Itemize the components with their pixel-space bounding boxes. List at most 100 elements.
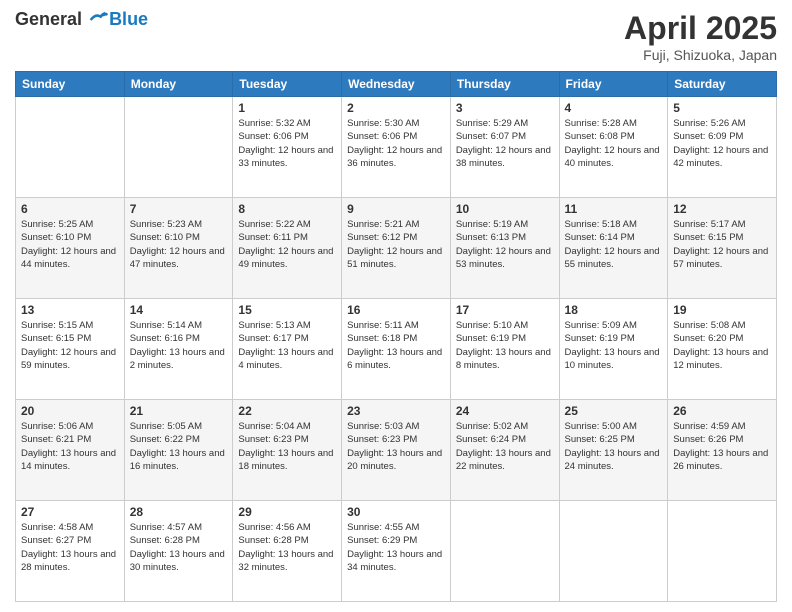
calendar-cell: 25 Sunrise: 5:00 AM Sunset: 6:25 PM Dayli…: [559, 400, 668, 501]
day-info: Sunrise: 5:19 AM Sunset: 6:13 PM Dayligh…: [456, 218, 554, 271]
day-number: 28: [130, 505, 228, 519]
day-info: Sunrise: 5:30 AM Sunset: 6:06 PM Dayligh…: [347, 117, 445, 170]
day-info: Sunrise: 5:18 AM Sunset: 6:14 PM Dayligh…: [565, 218, 663, 271]
col-monday: Monday: [124, 72, 233, 97]
calendar-cell: 4 Sunrise: 5:28 AM Sunset: 6:08 PM Daylig…: [559, 97, 668, 198]
day-number: 15: [238, 303, 336, 317]
calendar-cell: [559, 501, 668, 602]
calendar-cell: 11 Sunrise: 5:18 AM Sunset: 6:14 PM Dayli…: [559, 198, 668, 299]
logo: General Blue: [15, 10, 148, 30]
day-number: 2: [347, 101, 445, 115]
day-info: Sunrise: 4:57 AM Sunset: 6:28 PM Dayligh…: [130, 521, 228, 574]
day-info: Sunrise: 4:58 AM Sunset: 6:27 PM Dayligh…: [21, 521, 119, 574]
day-number: 19: [673, 303, 771, 317]
col-friday: Friday: [559, 72, 668, 97]
calendar-cell: 30 Sunrise: 4:55 AM Sunset: 6:29 PM Dayli…: [342, 501, 451, 602]
day-info: Sunrise: 5:32 AM Sunset: 6:06 PM Dayligh…: [238, 117, 336, 170]
day-info: Sunrise: 5:17 AM Sunset: 6:15 PM Dayligh…: [673, 218, 771, 271]
calendar-cell: [124, 97, 233, 198]
calendar-cell: 6 Sunrise: 5:25 AM Sunset: 6:10 PM Daylig…: [16, 198, 125, 299]
day-number: 10: [456, 202, 554, 216]
calendar-cell: 22Sunrise: 5:04 AM Sunset: 6:23 PM Dayli…: [233, 400, 342, 501]
day-number: 5: [673, 101, 771, 115]
day-info: Sunrise: 5:00 AM Sunset: 6:25 PM Dayligh…: [565, 420, 663, 473]
day-info: Sunrise: 5:28 AM Sunset: 6:08 PM Dayligh…: [565, 117, 663, 170]
calendar-cell: 7 Sunrise: 5:23 AM Sunset: 6:10 PM Daylig…: [124, 198, 233, 299]
calendar-cell: 21Sunrise: 5:05 AM Sunset: 6:22 PM Dayli…: [124, 400, 233, 501]
calendar-header-row: Sunday Monday Tuesday Wednesday Thursday…: [16, 72, 777, 97]
calendar-cell: 18 Sunrise: 5:09 AM Sunset: 6:19 PM Dayli…: [559, 299, 668, 400]
day-info: Sunrise: 5:08 AM Sunset: 6:20 PM Dayligh…: [673, 319, 771, 372]
calendar-cell: 27 Sunrise: 4:58 AM Sunset: 6:27 PM Dayli…: [16, 501, 125, 602]
day-number: 18: [565, 303, 663, 317]
calendar-cell: 8 Sunrise: 5:22 AM Sunset: 6:11 PM Daylig…: [233, 198, 342, 299]
day-number: 27: [21, 505, 119, 519]
calendar-cell: 13 Sunrise: 5:15 AM Sunset: 6:15 PM Dayli…: [16, 299, 125, 400]
day-info: Sunrise: 5:11 AM Sunset: 6:18 PM Dayligh…: [347, 319, 445, 372]
calendar-cell: 29Sunrise: 4:56 AM Sunset: 6:28 PM Dayli…: [233, 501, 342, 602]
day-number: 14: [130, 303, 228, 317]
calendar-cell: 2 Sunrise: 5:30 AM Sunset: 6:06 PM Daylig…: [342, 97, 451, 198]
month-title: April 2025: [624, 10, 777, 47]
calendar-cell: 15 Sunrise: 5:13 AM Sunset: 6:17 PM Dayli…: [233, 299, 342, 400]
day-number: 11: [565, 202, 663, 216]
day-number: 25: [565, 404, 663, 418]
day-number: 3: [456, 101, 554, 115]
day-info: Sunrise: 4:56 AM Sunset: 6:28 PM Dayligh…: [238, 521, 336, 574]
day-number: 23: [347, 404, 445, 418]
calendar-cell: 17Sunrise: 5:10 AM Sunset: 6:19 PM Dayli…: [450, 299, 559, 400]
day-info: Sunrise: 5:03 AM Sunset: 6:23 PM Dayligh…: [347, 420, 445, 473]
day-info: Sunrise: 5:25 AM Sunset: 6:10 PM Dayligh…: [21, 218, 119, 271]
day-number: 20: [21, 404, 119, 418]
day-number: 7: [130, 202, 228, 216]
col-thursday: Thursday: [450, 72, 559, 97]
day-info: Sunrise: 4:55 AM Sunset: 6:29 PM Dayligh…: [347, 521, 445, 574]
day-info: Sunrise: 5:22 AM Sunset: 6:11 PM Dayligh…: [238, 218, 336, 271]
day-info: Sunrise: 5:09 AM Sunset: 6:19 PM Dayligh…: [565, 319, 663, 372]
logo-text-blue: Blue: [109, 9, 148, 30]
location: Fuji, Shizuoka, Japan: [624, 47, 777, 63]
day-info: Sunrise: 5:04 AM Sunset: 6:23 PM Dayligh…: [238, 420, 336, 473]
day-info: Sunrise: 5:14 AM Sunset: 6:16 PM Dayligh…: [130, 319, 228, 372]
week-row-3: 13 Sunrise: 5:15 AM Sunset: 6:15 PM Dayli…: [16, 299, 777, 400]
calendar-cell: [668, 501, 777, 602]
calendar-cell: 23 Sunrise: 5:03 AM Sunset: 6:23 PM Dayli…: [342, 400, 451, 501]
day-number: 26: [673, 404, 771, 418]
calendar-cell: 26 Sunrise: 4:59 AM Sunset: 6:26 PM Dayli…: [668, 400, 777, 501]
col-sunday: Sunday: [16, 72, 125, 97]
day-info: Sunrise: 5:02 AM Sunset: 6:24 PM Dayligh…: [456, 420, 554, 473]
day-number: 8: [238, 202, 336, 216]
day-number: 30: [347, 505, 445, 519]
day-info: Sunrise: 5:13 AM Sunset: 6:17 PM Dayligh…: [238, 319, 336, 372]
day-number: 4: [565, 101, 663, 115]
calendar-cell: 28 Sunrise: 4:57 AM Sunset: 6:28 PM Dayli…: [124, 501, 233, 602]
day-number: 9: [347, 202, 445, 216]
calendar-cell: 20 Sunrise: 5:06 AM Sunset: 6:21 PM Dayli…: [16, 400, 125, 501]
day-number: 16: [347, 303, 445, 317]
logo-icon: [89, 10, 109, 30]
page-header: General Blue April 2025 Fuji, Shizuoka, …: [15, 10, 777, 63]
col-wednesday: Wednesday: [342, 72, 451, 97]
day-info: Sunrise: 5:21 AM Sunset: 6:12 PM Dayligh…: [347, 218, 445, 271]
day-info: Sunrise: 5:06 AM Sunset: 6:21 PM Dayligh…: [21, 420, 119, 473]
calendar-cell: 1 Sunrise: 5:32 AM Sunset: 6:06 PM Daylig…: [233, 97, 342, 198]
week-row-2: 6 Sunrise: 5:25 AM Sunset: 6:10 PM Daylig…: [16, 198, 777, 299]
day-number: 1: [238, 101, 336, 115]
week-row-4: 20 Sunrise: 5:06 AM Sunset: 6:21 PM Dayli…: [16, 400, 777, 501]
calendar-cell: 16 Sunrise: 5:11 AM Sunset: 6:18 PM Dayli…: [342, 299, 451, 400]
day-number: 13: [21, 303, 119, 317]
day-number: 17: [456, 303, 554, 317]
week-row-1: 1 Sunrise: 5:32 AM Sunset: 6:06 PM Daylig…: [16, 97, 777, 198]
calendar-cell: [450, 501, 559, 602]
day-number: 6: [21, 202, 119, 216]
calendar-cell: 5Sunrise: 5:26 AM Sunset: 6:09 PM Daylig…: [668, 97, 777, 198]
calendar-cell: 24Sunrise: 5:02 AM Sunset: 6:24 PM Dayli…: [450, 400, 559, 501]
day-info: Sunrise: 5:23 AM Sunset: 6:10 PM Dayligh…: [130, 218, 228, 271]
day-info: Sunrise: 5:15 AM Sunset: 6:15 PM Dayligh…: [21, 319, 119, 372]
calendar-cell: [16, 97, 125, 198]
calendar-cell: 19 Sunrise: 5:08 AM Sunset: 6:20 PM Dayli…: [668, 299, 777, 400]
day-info: Sunrise: 4:59 AM Sunset: 6:26 PM Dayligh…: [673, 420, 771, 473]
day-number: 21: [130, 404, 228, 418]
day-number: 12: [673, 202, 771, 216]
calendar-cell: 10 Sunrise: 5:19 AM Sunset: 6:13 PM Dayli…: [450, 198, 559, 299]
